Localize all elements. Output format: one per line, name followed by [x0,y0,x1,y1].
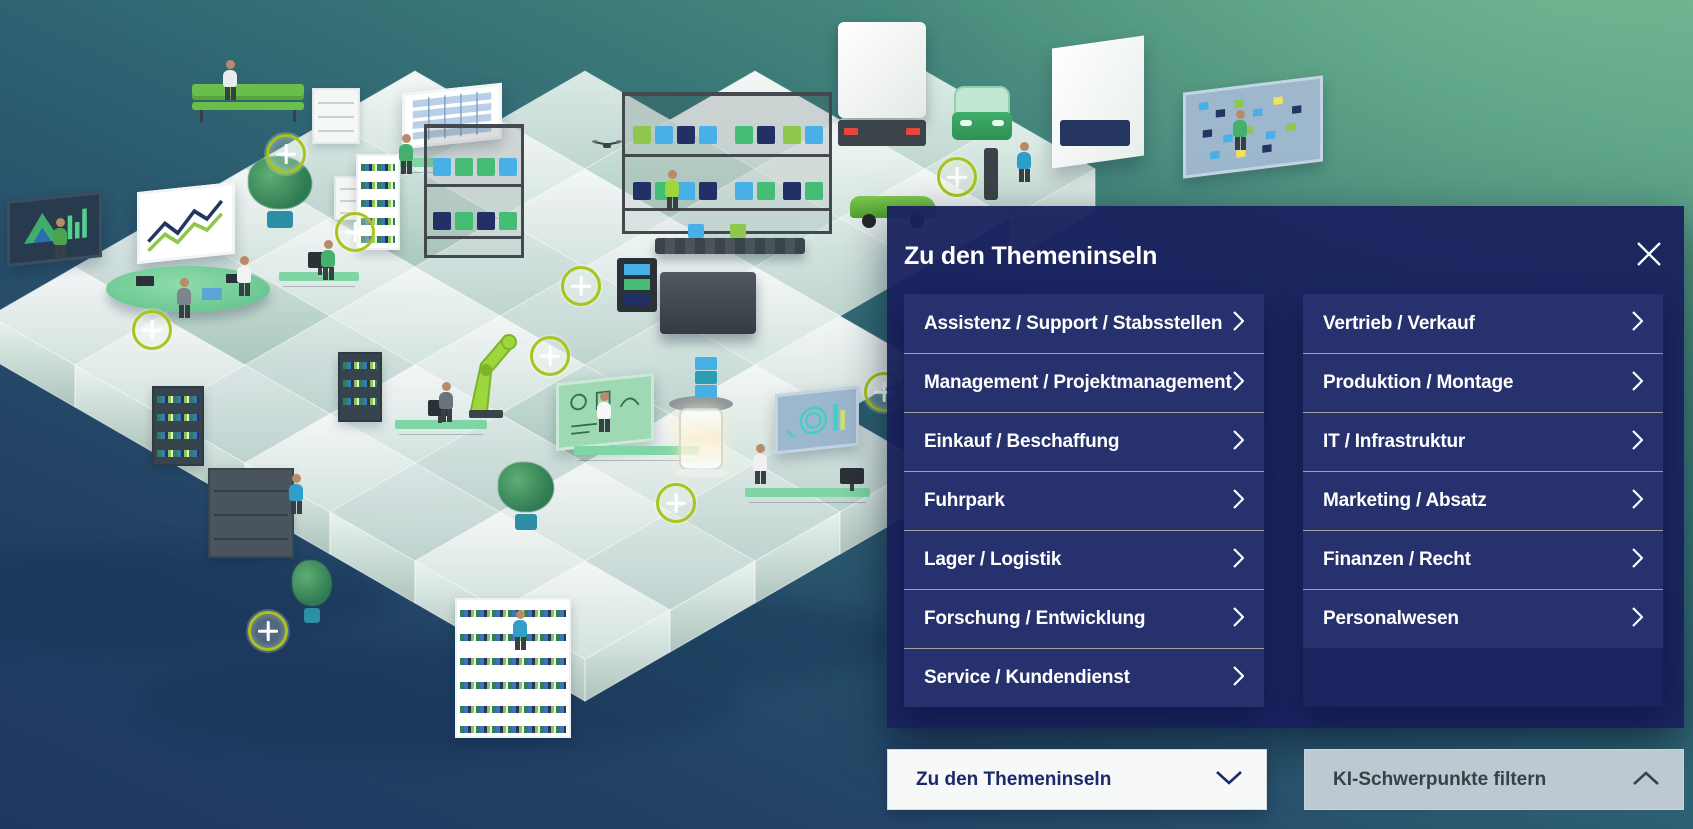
charging-figure [1016,142,1032,182]
menu-item-it[interactable]: IT / Infrastruktur [1303,412,1663,471]
chevron-right-icon [1233,371,1244,396]
chevron-right-icon [1233,666,1244,691]
reception-counter [383,158,447,167]
stepped-cabinet [208,468,294,558]
potted-plant [292,560,332,626]
chevron-right-icon [1632,607,1643,632]
large-bookshelf [455,598,571,738]
panel-title: Zu den Themeninseln [904,242,1157,271]
ev-charging-post [984,148,998,200]
desk-monitor [840,468,864,484]
island-hotspot-plus[interactable] [335,212,375,252]
island-hotspot-plus[interactable] [530,336,570,376]
drone [592,138,622,150]
stacked-boxes [693,356,719,400]
presenter-figure [52,218,68,258]
seated-figure [236,256,252,296]
island-hotspot-plus[interactable] [266,134,306,174]
island-hotspot-plus[interactable] [561,266,601,306]
chevron-right-icon [1632,489,1643,514]
themeninseln-dropdown[interactable]: Zu den Themeninseln [887,749,1267,810]
menu-item-management[interactable]: Management / Projektmanagement [904,353,1264,412]
lab-chalkboard [556,373,654,451]
island-hotspot-plus[interactable] [132,310,172,350]
menu-item-lager[interactable]: Lager / Logistik [904,530,1264,589]
ki-schwerpunkte-filter-dropdown[interactable]: KI-Schwerpunkte filtern [1304,749,1684,810]
themeninseln-overlay-panel: Zu den Themeninseln Assistenz / Support … [887,206,1684,728]
menu-item-fuhrpark[interactable]: Fuhrpark [904,471,1264,530]
app-canvas: Zu den Themeninseln Assistenz / Support … [0,0,1693,829]
office-room-walls [1052,42,1144,202]
standing-desk-figure [752,444,768,484]
conveyor-belt [655,238,805,254]
monstera-plant [498,462,554,534]
island-hotspot-plus[interactable] [656,483,696,523]
presentation-screen [7,191,102,267]
menu-item-assistenz[interactable]: Assistenz / Support / Stabsstellen [904,294,1264,353]
chevron-right-icon [1632,430,1643,455]
data-dashboard-screen [775,386,859,455]
seated-figure [438,382,454,422]
conveyor-box [688,224,704,238]
walking-figure [512,610,528,650]
scientist-figure [596,392,612,432]
chevron-right-icon [1233,311,1244,336]
island-hotspot-plus[interactable] [937,157,977,197]
menu-column-right: Vertrieb / Verkauf Produktion / Montage … [1303,294,1663,707]
dark-bookshelf [152,386,204,466]
conveyor-box [730,224,746,238]
chart-whiteboard [137,182,235,264]
close-button[interactable] [1634,239,1664,269]
info-kiosk [617,258,657,312]
storage-rack [424,124,524,258]
chevron-right-icon [1233,489,1244,514]
warehouse-figure [664,170,680,210]
pinboard-figure [1232,110,1248,150]
menu-item-produktion[interactable]: Produktion / Montage [1303,353,1663,412]
menu-item-marketing[interactable]: Marketing / Absatz [1303,471,1663,530]
office-desk [395,420,487,429]
robot-arm [465,312,527,420]
desk-monitor [308,252,332,268]
receptionist-figure [398,134,414,174]
chevron-right-icon [1632,311,1643,336]
chevron-up-icon [1633,769,1659,791]
menu-item-einkauf[interactable]: Einkauf / Beschaffung [904,412,1264,471]
production-machine [660,272,756,334]
office-desk [279,272,359,281]
chevron-right-icon [1632,371,1643,396]
menu-item-forschung[interactable]: Forschung / Entwicklung [904,589,1264,648]
dark-bookshelf [338,352,382,422]
electric-car [952,86,1012,154]
menu-item-personalwesen[interactable]: Personalwesen [1303,589,1663,648]
spreadsheet-screen [402,83,502,150]
chevron-right-icon [1632,548,1643,573]
filing-cabinet [312,88,360,144]
chevron-down-icon [1216,769,1242,791]
lab-table [574,446,699,455]
seated-figure [176,278,192,318]
chevron-right-icon [1233,607,1244,632]
seated-figure [320,240,336,280]
capsule-machine [666,396,736,488]
chevron-right-icon [1233,430,1244,455]
moderation-pinboard [1183,75,1323,178]
close-icon [1636,255,1662,270]
island-hotspot-plus[interactable] [248,611,288,651]
delivery-truck [838,22,926,162]
waiting-bench [192,84,304,124]
menu-item-vertrieb[interactable]: Vertrieb / Verkauf [1303,294,1663,353]
person-on-bench [222,60,238,100]
standing-desk [745,488,870,497]
menu-item-service[interactable]: Service / Kundendienst [904,648,1264,707]
menu-columns: Assistenz / Support / Stabsstellen Manag… [904,294,1663,707]
chevron-right-icon [1233,548,1244,573]
menu-item-finanzen[interactable]: Finanzen / Recht [1303,530,1663,589]
walking-figure [288,474,304,514]
meeting-table [106,266,270,316]
menu-column-left: Assistenz / Support / Stabsstellen Manag… [904,294,1264,707]
desk-monitor [428,400,452,416]
storage-rack [622,92,832,234]
